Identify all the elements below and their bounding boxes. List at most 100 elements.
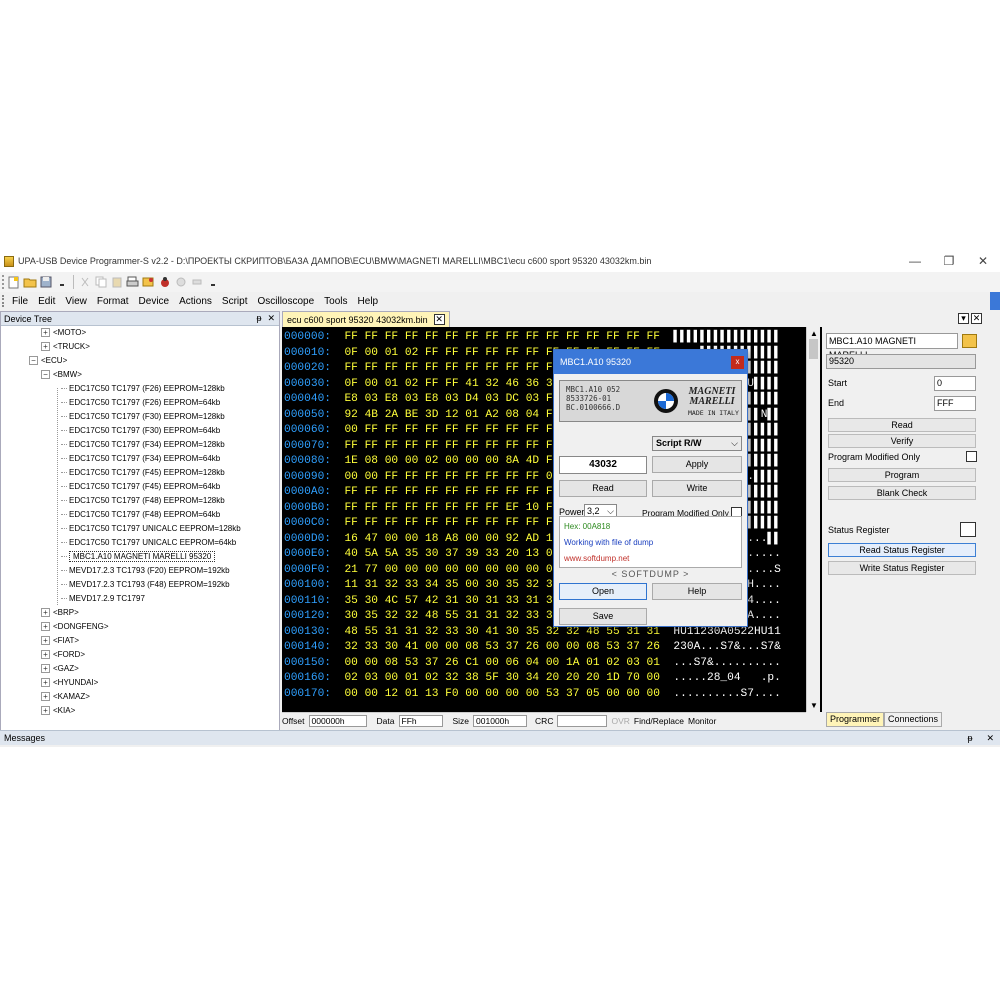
expand-icon[interactable]: +	[41, 650, 50, 660]
tree-node[interactable]: EDC17C50 TC1797 (F30) EEPROM=128kb	[61, 410, 225, 424]
tree-node[interactable]: MBC1.A10 MAGNETI MARELLI 95320	[61, 550, 216, 564]
open-folder-icon[interactable]	[22, 275, 37, 290]
toolbar-dropdown-icon[interactable]	[54, 275, 69, 290]
collapse-icon[interactable]: −	[29, 356, 38, 366]
site-info-line[interactable]: www.softdump.net	[564, 551, 737, 567]
script-select[interactable]: Script R/W ⌵	[652, 436, 742, 451]
dialog-save-button[interactable]: Save	[559, 608, 647, 625]
tree-node[interactable]: + <BRP>	[41, 606, 79, 620]
dialog-write-button[interactable]: Write	[652, 480, 742, 497]
menu-file[interactable]: File	[7, 296, 33, 307]
hex-bytes[interactable]: 00 00 12 01 13 F0 00 00 00 00 53 37 05 0…	[344, 688, 660, 700]
pin-icon[interactable]: ᵽ	[256, 313, 261, 324]
tree-node[interactable]: + <GAZ>	[41, 662, 79, 676]
maximize-button[interactable]: ❐	[932, 250, 966, 272]
menu-help[interactable]: Help	[353, 296, 384, 307]
tree-node[interactable]: EDC17C50 TC1797 (F26) EEPROM=64kb	[61, 396, 220, 410]
dialog-close-button[interactable]: x	[731, 356, 744, 369]
dialog-read-button[interactable]: Read	[559, 480, 647, 497]
expand-icon[interactable]: +	[41, 622, 50, 632]
dialog-help-button[interactable]: Help	[652, 583, 742, 600]
menu-device[interactable]: Device	[134, 296, 175, 307]
expand-icon[interactable]: +	[41, 678, 50, 688]
tree-node[interactable]: MEVD17.2.9 TC1797	[61, 592, 145, 606]
expand-icon[interactable]: +	[41, 342, 50, 352]
start-field[interactable]: 0	[934, 376, 976, 391]
toolbar-grip[interactable]	[2, 275, 4, 289]
tree-node[interactable]: + <KAMAZ>	[41, 690, 90, 704]
hex-bytes[interactable]: 00 00 08 53 37 26 C1 00 06 04 00 1A 01 0…	[344, 657, 660, 669]
hex-vertical-scrollbar[interactable]: ▲ ▼	[806, 327, 820, 712]
offset-field[interactable]: 000000h	[308, 715, 367, 727]
verify-button[interactable]: Verify	[828, 434, 976, 448]
menu-edit[interactable]: Edit	[33, 296, 60, 307]
hex-bytes[interactable]: 02 03 00 01 02 32 38 5F 30 34 20 20 20 1…	[344, 672, 660, 684]
hex-row[interactable]: 000170: 00 00 12 01 13 F0 00 00 00 00 53…	[284, 686, 781, 702]
tree-node[interactable]: MEVD17.2.3 TC1793 (F20) EEPROM=192kb	[61, 564, 230, 578]
read-status-register-button[interactable]: Read Status Register	[828, 543, 976, 557]
expand-icon[interactable]: +	[41, 692, 50, 702]
size-field[interactable]: 001000h	[473, 715, 528, 727]
status-register-field[interactable]	[960, 522, 976, 537]
hex-ascii[interactable]: 230A...S7&...S7&	[673, 641, 780, 653]
end-field[interactable]: FFF	[934, 396, 976, 411]
dialog-open-button[interactable]: Open	[559, 583, 647, 600]
write-status-register-button[interactable]: Write Status Register	[828, 561, 976, 575]
tree-node[interactable]: + <HYUNDAI>	[41, 676, 98, 690]
paste-icon[interactable]	[109, 275, 124, 290]
km-input[interactable]: 43032	[559, 456, 647, 474]
tree-node[interactable]: − <ECU>	[29, 354, 67, 368]
toolbar-disabled-icon[interactable]	[173, 275, 188, 290]
expand-icon[interactable]: +	[41, 636, 50, 646]
tab-connections[interactable]: Connections	[884, 712, 943, 727]
tree-node[interactable]: − <BMW>	[41, 368, 82, 382]
menu-script[interactable]: Script	[217, 296, 253, 307]
settings-icon[interactable]	[141, 275, 156, 290]
hex-row[interactable]: 000160: 02 03 00 01 02 32 38 5F 30 34 20…	[284, 670, 781, 686]
tree-node[interactable]: EDC17C50 TC1797 (F34) EEPROM=128kb	[61, 438, 225, 452]
expand-icon[interactable]: +	[41, 706, 50, 716]
device-settings-icon[interactable]	[962, 334, 977, 348]
menubar-scroll-indicator[interactable]	[990, 292, 1000, 310]
menu-view[interactable]: View	[60, 296, 92, 307]
hex-row[interactable]: 000140: 32 33 30 41 00 00 08 53 37 26 00…	[284, 639, 781, 655]
menu-actions[interactable]: Actions	[174, 296, 217, 307]
tree-node[interactable]: EDC17C50 TC1797 UNICALC EEPROM=64kb	[61, 536, 236, 550]
hex-ascii[interactable]: ..........S7....	[673, 688, 780, 700]
hex-ascii[interactable]: .....28_04 .p.	[673, 672, 780, 684]
tab-list-icon[interactable]: ▾	[958, 313, 969, 324]
program-modified-only-checkbox[interactable]	[966, 451, 977, 462]
hex-ascii[interactable]: ▌▌▌▌▌▌▌▌▌▌▌▌▌▌▌▌	[673, 331, 780, 343]
menu-tools[interactable]: Tools	[319, 296, 352, 307]
close-panel-icon[interactable]: ✕	[267, 313, 275, 324]
blank-check-button[interactable]: Blank Check	[828, 486, 976, 500]
tree-node[interactable]: MEVD17.2.3 TC1793 (F48) EEPROM=192kb	[61, 578, 230, 592]
expand-icon[interactable]: +	[41, 608, 50, 618]
tree-node[interactable]: + <FORD>	[41, 648, 85, 662]
hex-bytes[interactable]: 48 55 31 31 32 33 30 41 30 35 32 32 48 5…	[344, 626, 660, 638]
hex-bytes[interactable]: FF FF FF FF FF FF FF FF FF FF FF FF FF F…	[344, 331, 660, 343]
tree-node[interactable]: EDC17C50 TC1797 (F45) EEPROM=128kb	[61, 466, 225, 480]
tree-node[interactable]: EDC17C50 TC1797 (F26) EEPROM=128kb	[61, 382, 225, 396]
hex-ascii[interactable]: ...S7&..........	[673, 657, 780, 669]
tree-node[interactable]: + <KIA>	[41, 704, 75, 718]
copy-icon[interactable]	[93, 275, 108, 290]
minimize-button[interactable]: —	[898, 250, 932, 272]
expand-icon[interactable]: +	[41, 664, 50, 674]
tree-node[interactable]: + <FIAT>	[41, 634, 79, 648]
find-replace-link[interactable]: Find/Replace	[634, 716, 684, 726]
apply-button[interactable]: Apply	[652, 456, 742, 473]
close-tab-icon[interactable]: ✕	[433, 314, 445, 325]
tree-node[interactable]: + <MOTO>	[41, 326, 86, 340]
program-button[interactable]: Program	[828, 468, 976, 482]
close-window-button[interactable]: ✕	[966, 250, 1000, 272]
read-button[interactable]: Read	[828, 418, 976, 432]
close-document-icon[interactable]: ✕	[971, 313, 982, 324]
chip-field[interactable]: 95320	[826, 354, 976, 369]
hex-row[interactable]: 000150: 00 00 08 53 37 26 C1 00 06 04 00…	[284, 655, 781, 671]
hex-bytes[interactable]: 32 33 30 41 00 00 08 53 37 26 00 00 08 5…	[344, 641, 660, 653]
hex-row[interactable]: 000000: FF FF FF FF FF FF FF FF FF FF FF…	[284, 329, 781, 345]
scroll-down-icon[interactable]: ▼	[810, 701, 818, 710]
collapse-icon[interactable]: −	[41, 370, 50, 380]
tree-node[interactable]: EDC17C50 TC1797 (F48) EEPROM=64kb	[61, 508, 220, 522]
